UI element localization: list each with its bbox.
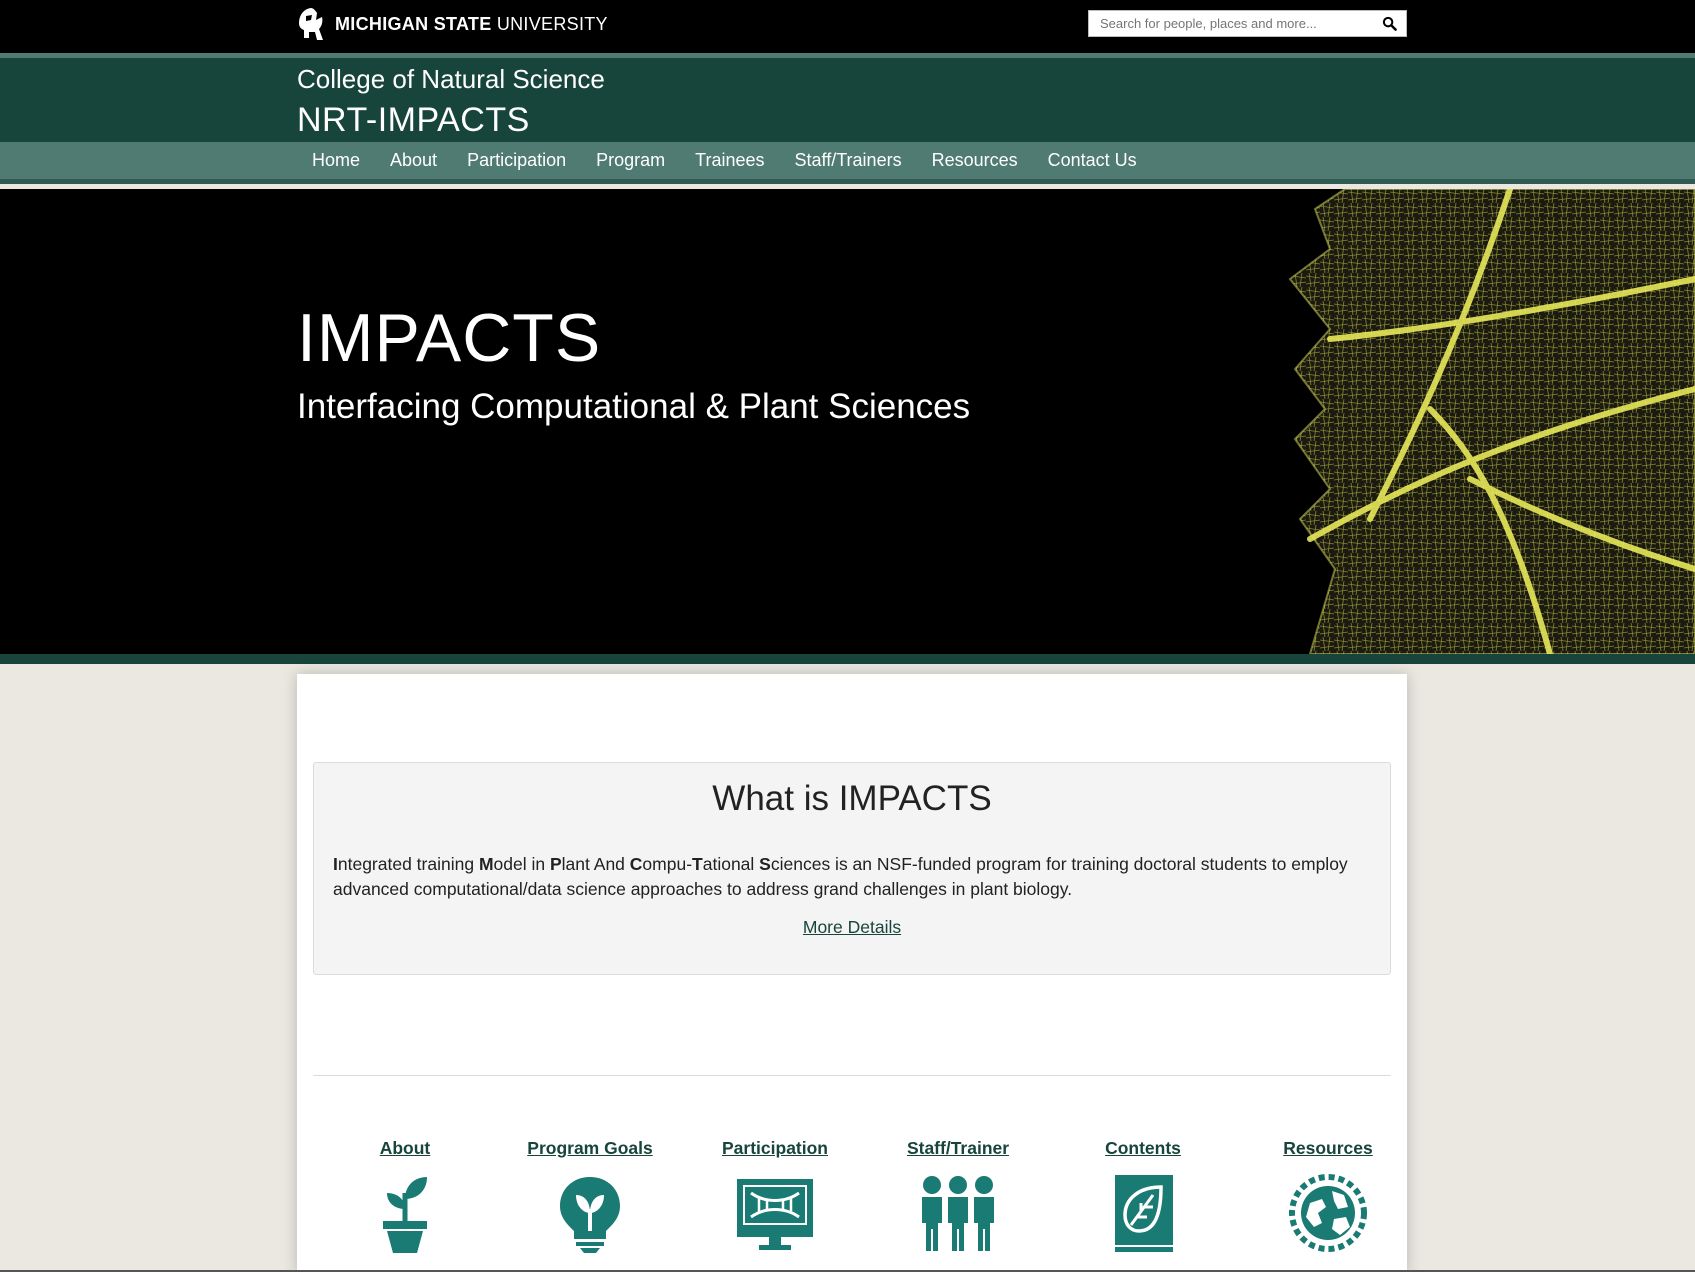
feature-label[interactable]: Resources xyxy=(1238,1138,1418,1159)
acronym-letter: C xyxy=(629,854,643,874)
feature-program-goals[interactable]: Program Goals xyxy=(500,1138,680,1253)
acronym-letter: S xyxy=(759,854,771,874)
feature-label[interactable]: Contents xyxy=(1053,1138,1233,1159)
intro-text-segment: ntegrated training xyxy=(337,854,479,874)
dna-monitor-icon[interactable] xyxy=(735,1173,815,1253)
spartan-helmet-icon xyxy=(299,8,323,40)
acronym-letter: P xyxy=(549,854,562,874)
intro-box: What is IMPACTS Integrated training Mode… xyxy=(313,762,1391,975)
intro-text-segment: ompu- xyxy=(642,854,693,874)
nav-list: Home About Participation Program Trainees Sta… xyxy=(297,142,1152,179)
nav-item-staff-trainers[interactable]: Staff/Trainers xyxy=(780,142,917,179)
msu-wordmark: MICHIGAN STATE UNIVERSITY xyxy=(335,13,608,34)
feature-staff-trainer[interactable]: Staff/Trainer xyxy=(868,1138,1048,1253)
intro-heading: What is IMPACTS xyxy=(712,779,992,818)
intro-text: Integrated training Model in Plant And C… xyxy=(333,852,1373,902)
section-divider xyxy=(313,1075,1391,1076)
intro-text-segment: ational xyxy=(702,854,760,874)
nav-item-home[interactable]: Home xyxy=(297,142,375,179)
acronym-letter: T xyxy=(692,854,703,874)
main-nav: Home About Participation Program Trainees Sta… xyxy=(0,142,1695,184)
leaf-vein-image xyxy=(1288,189,1695,654)
feature-about[interactable]: About xyxy=(315,1138,495,1253)
search-box[interactable] xyxy=(1088,10,1407,37)
nav-item-contact-us[interactable]: Contact Us xyxy=(1033,142,1152,179)
search-icon[interactable] xyxy=(1382,16,1397,31)
people-group-icon[interactable] xyxy=(918,1173,998,1253)
seedling-pot-icon[interactable] xyxy=(365,1173,445,1253)
feature-label[interactable]: Program Goals xyxy=(500,1138,680,1159)
intro-text-segment: odel in xyxy=(493,854,550,874)
nav-item-program[interactable]: Program xyxy=(581,142,680,179)
more-details-link[interactable]: More Details xyxy=(314,917,1390,938)
nav-item-trainees[interactable]: Trainees xyxy=(680,142,779,179)
global-header: MICHIGAN STATE UNIVERSITY xyxy=(0,0,1695,53)
nav-item-resources[interactable]: Resources xyxy=(917,142,1033,179)
acronym-letter: M xyxy=(478,854,494,874)
intro-text-segment: lant And xyxy=(561,854,630,874)
nav-item-about[interactable]: About xyxy=(375,142,452,179)
feature-label[interactable]: Staff/Trainer xyxy=(868,1138,1048,1159)
hero-bottom-border xyxy=(0,654,1695,664)
site-masthead: College of Natural Science NRT-IMPACTS xyxy=(0,53,1695,142)
site-title[interactable]: NRT-IMPACTS xyxy=(297,101,530,140)
search-input[interactable] xyxy=(1089,11,1369,36)
hero-title: IMPACTS xyxy=(297,300,602,376)
leaf-book-icon[interactable] xyxy=(1103,1173,1183,1253)
feature-resources[interactable]: Resources xyxy=(1238,1138,1418,1253)
hero-banner: IMPACTS Interfacing Computational & Plan… xyxy=(0,189,1695,654)
college-name[interactable]: College of Natural Science xyxy=(297,64,605,95)
feature-participation[interactable]: Participation xyxy=(685,1138,865,1253)
feature-label[interactable]: Participation xyxy=(685,1138,865,1159)
globe-gear-icon[interactable] xyxy=(1288,1173,1368,1253)
msu-logo[interactable]: MICHIGAN STATE UNIVERSITY xyxy=(297,6,608,42)
lightbulb-leaf-icon[interactable] xyxy=(550,1173,630,1253)
feature-contents[interactable]: Contents xyxy=(1053,1138,1233,1253)
hero-subtitle: Interfacing Computational & Plant Scienc… xyxy=(297,387,971,426)
feature-links: About Program Goals Participation Staff/… xyxy=(313,1138,1391,1272)
main-content-card: What is IMPACTS Integrated training Mode… xyxy=(297,674,1407,1272)
nav-item-participation[interactable]: Participation xyxy=(452,142,581,179)
feature-label[interactable]: About xyxy=(315,1138,495,1159)
